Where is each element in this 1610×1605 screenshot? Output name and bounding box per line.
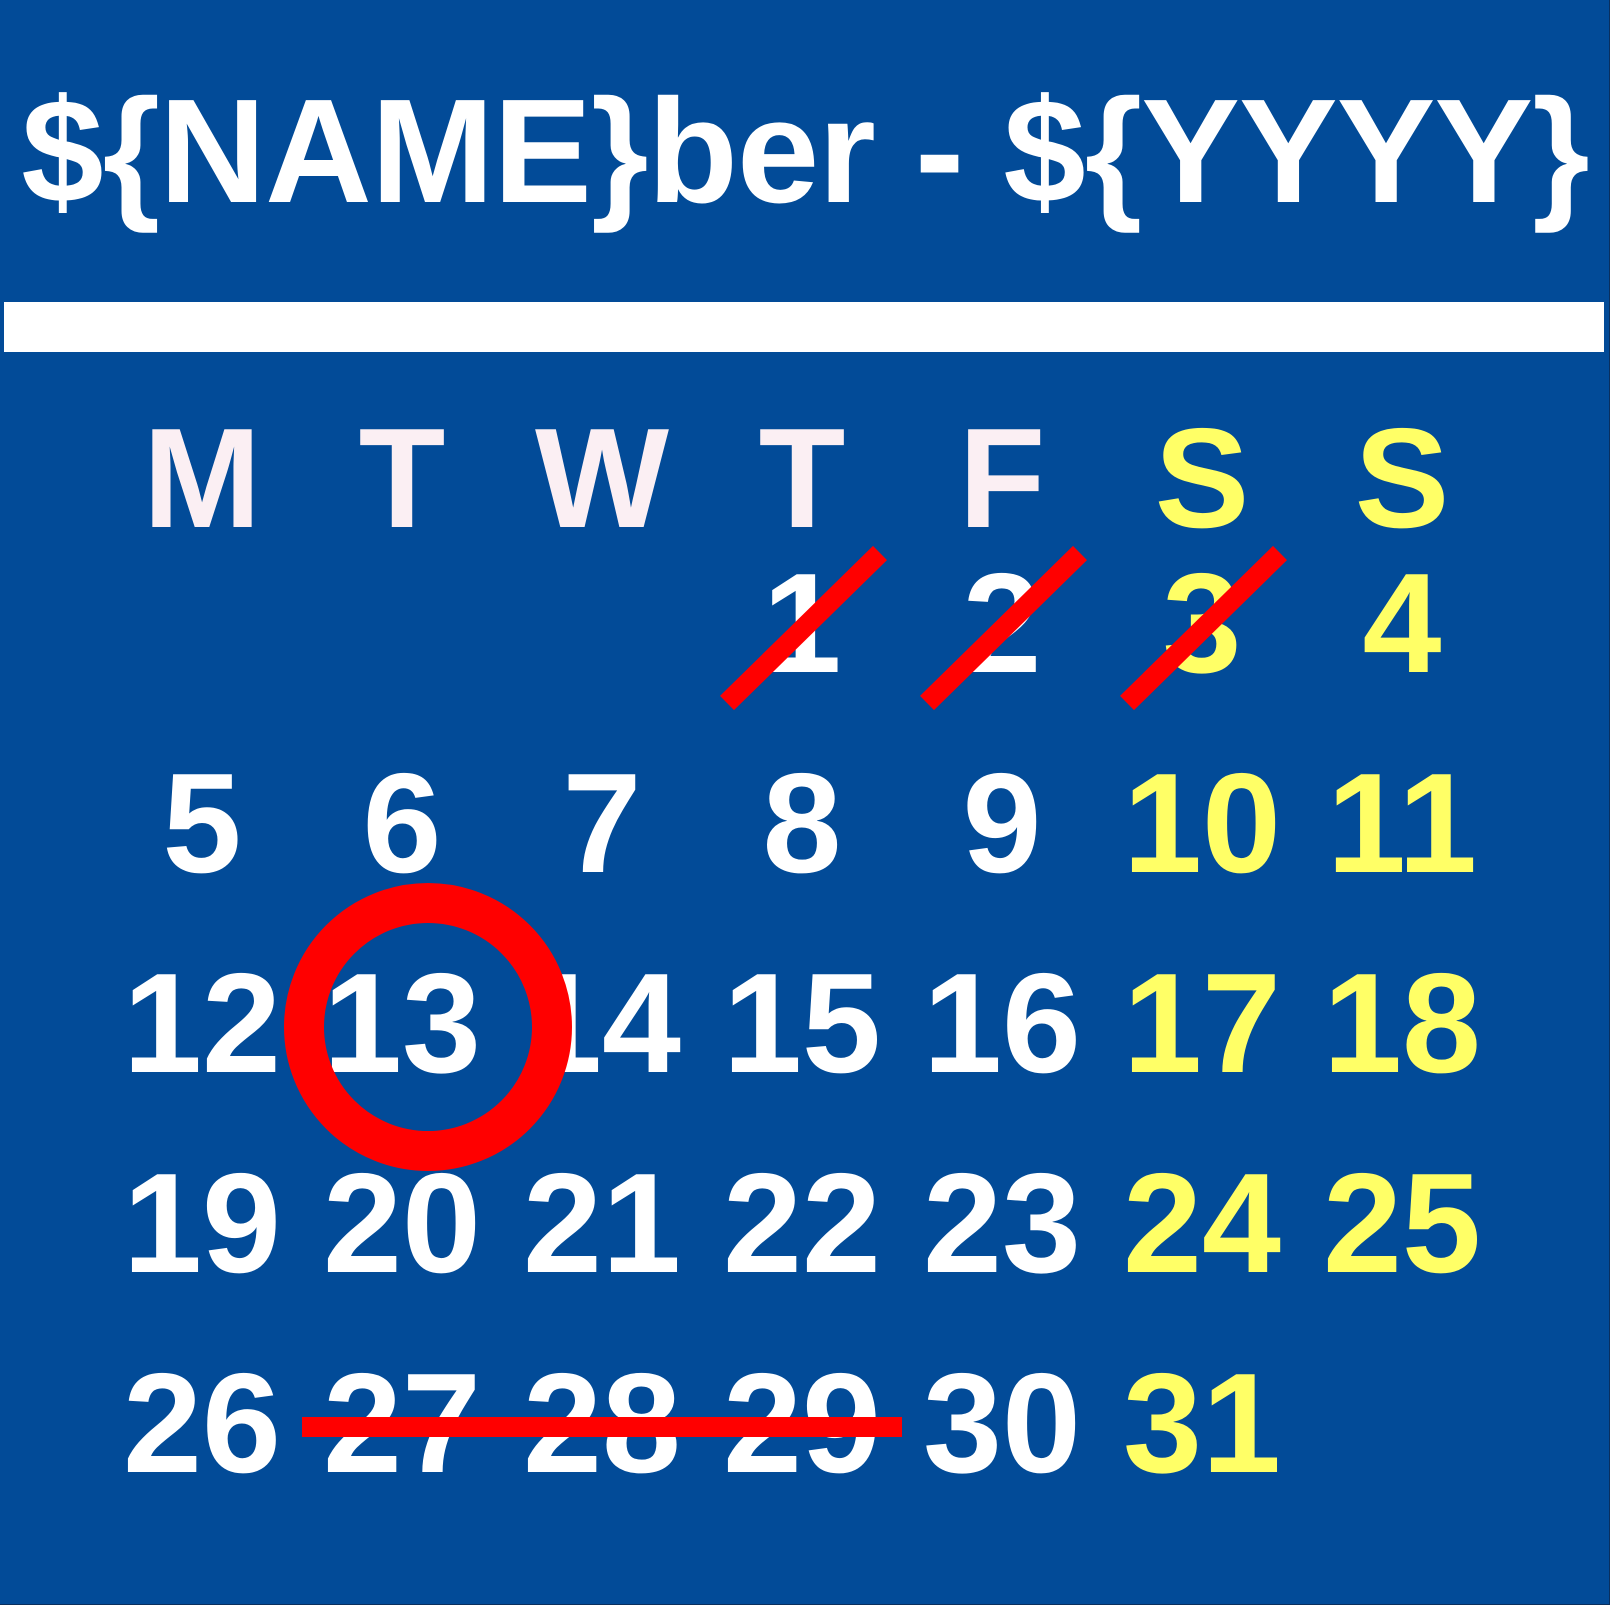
day-cell: 31	[1123, 1344, 1281, 1503]
day-cell: 9	[962, 744, 1042, 903]
weekday-wed: W	[534, 399, 670, 558]
day-cell: 15	[723, 944, 881, 1103]
weekday-fri: F	[958, 399, 1046, 558]
day-cell: 23	[923, 1144, 1081, 1303]
day-cell: 12	[123, 944, 281, 1103]
day-cell: 28	[523, 1344, 681, 1503]
day-cell: 29	[723, 1344, 881, 1503]
weekday-mon: M	[142, 399, 262, 558]
day-cell: 5	[162, 744, 242, 903]
day-cell: 14	[523, 944, 681, 1103]
calendar: ${NAME}ber - ${YYYY} M T W T F S S 1 2 3…	[0, 0, 1610, 1605]
day-cell: 4	[1362, 544, 1442, 703]
weekday-tue: T	[358, 399, 446, 558]
day-cell: 26	[123, 1344, 281, 1503]
day-cell: 1	[762, 544, 842, 703]
day-cell: 16	[923, 944, 1081, 1103]
day-cell: 30	[923, 1344, 1081, 1503]
day-cell: 6	[362, 744, 442, 903]
day-cell: 11	[1326, 744, 1478, 903]
day-cell: 20	[323, 1144, 481, 1303]
weekday-sat: S	[1154, 399, 1250, 558]
day-cell: 21	[523, 1144, 681, 1303]
day-cell: 17	[1123, 944, 1281, 1103]
day-cell: 24	[1123, 1144, 1281, 1303]
day-cell: 10	[1123, 744, 1281, 903]
day-cell: 3	[1162, 544, 1242, 703]
day-cell: 7	[562, 744, 642, 903]
day-cell: 27	[323, 1344, 481, 1503]
day-cell: 25	[1323, 1144, 1481, 1303]
day-cell: 19	[123, 1144, 281, 1303]
day-cell: 2	[962, 544, 1042, 703]
day-cell: 8	[762, 744, 842, 903]
day-cell: 22	[723, 1144, 881, 1303]
title-divider	[4, 302, 1604, 352]
day-cell: 18	[1323, 944, 1481, 1103]
weekday-sun: S	[1354, 399, 1450, 558]
calendar-title: ${NAME}ber - ${YYYY}	[21, 69, 1589, 234]
day-cell: 13	[323, 944, 481, 1103]
weekday-thu: T	[758, 399, 846, 558]
